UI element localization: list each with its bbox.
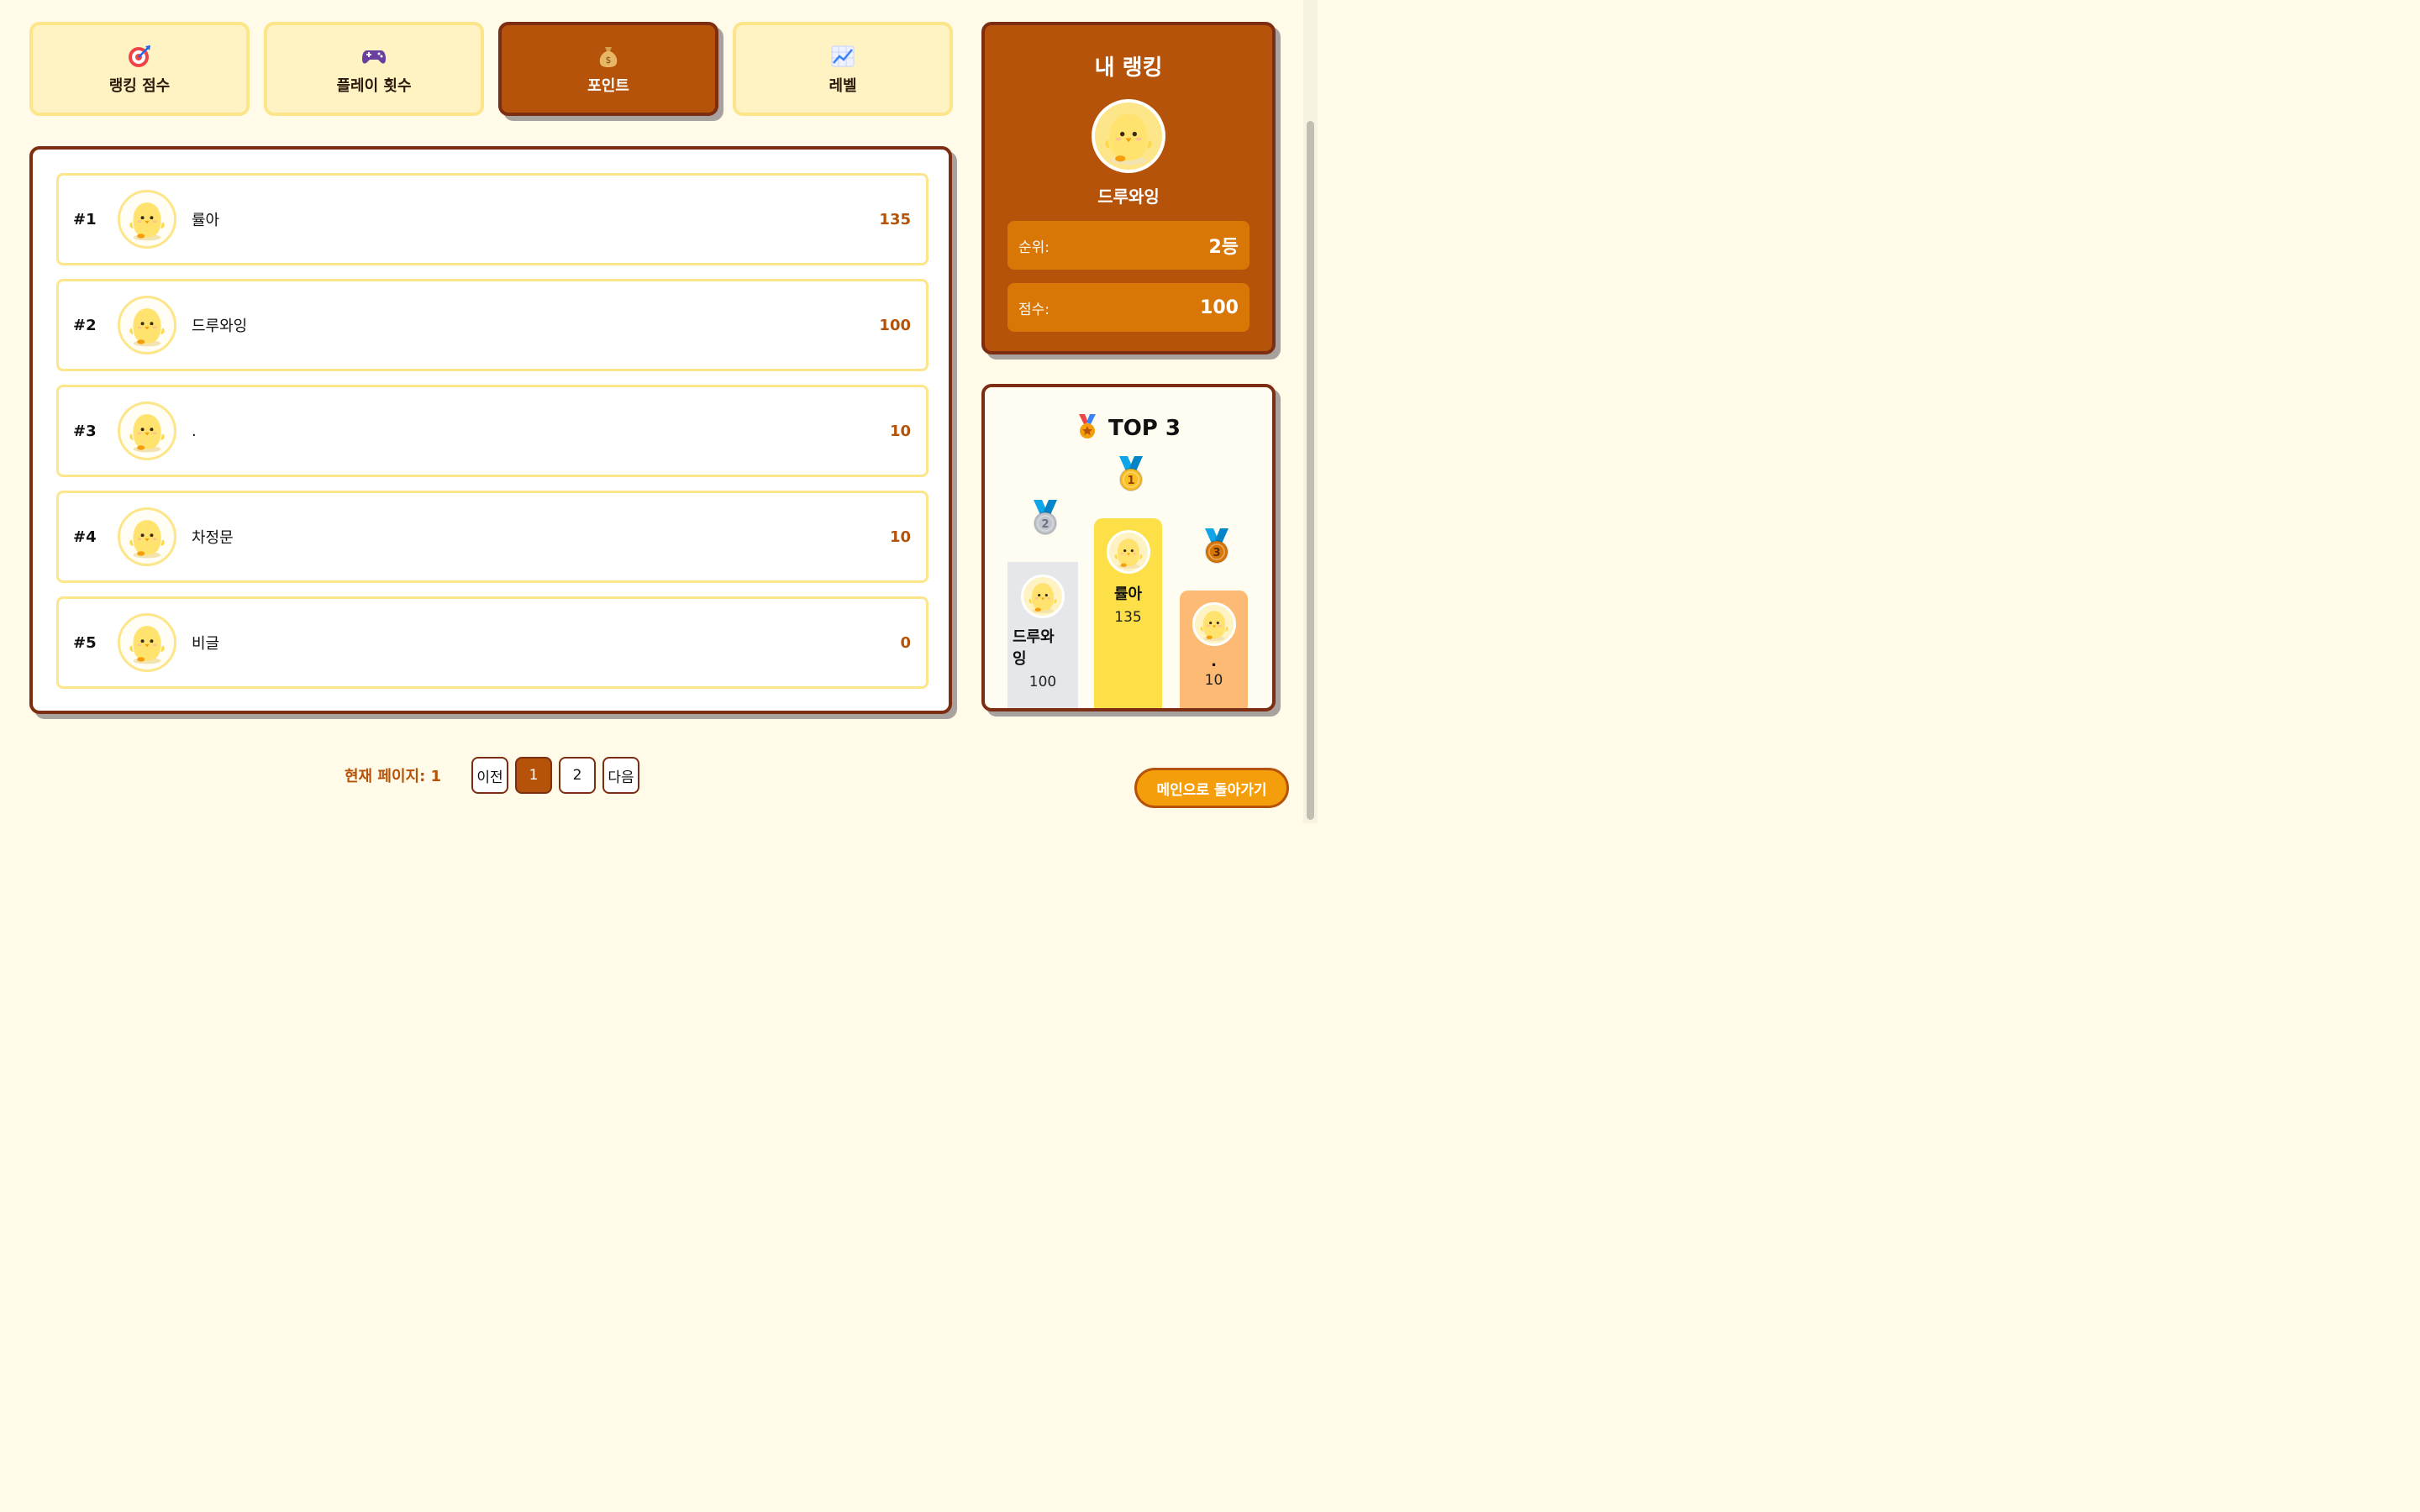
tab-label: 플레이 횟수 [336, 77, 412, 95]
svg-text:$: $ [606, 55, 612, 66]
top3-title: TOP 3 [1107, 416, 1181, 441]
money-bag-icon: $ [596, 42, 621, 71]
rank-number: #2 [73, 316, 97, 334]
scrollbar-thumb[interactable] [1307, 121, 1314, 820]
ranking-row: #3 . 10 [56, 385, 929, 477]
player-score: 135 [879, 210, 911, 228]
rank-number: #3 [73, 422, 97, 440]
podium-name: 률아 [1113, 585, 1143, 603]
tab-play-count[interactable]: 플레이 횟수 [264, 22, 484, 116]
podium-score: 10 [1204, 672, 1223, 689]
player-score: 100 [879, 316, 911, 334]
tab-ranking-score[interactable]: 랭킹 점수 [29, 22, 250, 116]
podium-name: . [1211, 653, 1217, 670]
ranking-list: #1 률아 135 #2 드루와잉 100 #3 . 10 #4 차정문 10 … [29, 146, 952, 714]
avatar [118, 402, 176, 460]
medal-number: 3 [1213, 547, 1220, 559]
player-score: 10 [889, 422, 911, 440]
page-button-2[interactable]: 2 [559, 757, 597, 794]
back-to-main-button[interactable]: 메인으로 돌아가기 [1134, 768, 1289, 808]
target-icon [127, 42, 152, 71]
page-scrollbar[interactable] [1303, 0, 1318, 823]
player-name: 차정문 [192, 529, 234, 547]
player-name: 비글 [192, 635, 220, 653]
avatar [118, 507, 176, 566]
ranking-row: #1 률아 135 [56, 173, 929, 265]
tab-label: 랭킹 점수 [108, 77, 171, 95]
podium-score: 100 [1028, 674, 1057, 690]
score-value: 100 [1200, 297, 1239, 318]
tab-label: 포인트 [587, 77, 629, 95]
my-ranking-panel: 내 랭킹 드루와잉 순위: 2등 점수: 100 [981, 22, 1276, 354]
tab-label: 레벨 [829, 77, 857, 95]
rank-number: #5 [73, 633, 97, 652]
avatar [1021, 575, 1065, 618]
player-name: 률아 [192, 212, 220, 229]
medal-number: 1 [1127, 475, 1134, 487]
current-page-label: 현재 페이지: 1 [345, 768, 442, 785]
tab-points[interactable]: $ 포인트 [498, 22, 718, 116]
score-label: 점수: [1018, 301, 1050, 318]
bronze-medal-icon: 3 [1200, 528, 1234, 565]
avatar [1092, 99, 1165, 173]
rank-value: 2등 [1208, 237, 1239, 258]
avatar [1106, 530, 1150, 574]
medal-icon [1076, 414, 1098, 443]
rank-number: #1 [73, 210, 97, 228]
avatar [1192, 602, 1236, 646]
rank-label: 순위: [1018, 239, 1050, 256]
podium-name: 드루와 잉 [1013, 628, 1055, 668]
next-page-button[interactable]: 다음 [602, 757, 640, 794]
top3-header: TOP 3 [985, 414, 1272, 443]
player-score: 0 [900, 633, 911, 652]
my-name: 드루와잉 [1097, 186, 1160, 207]
podium-first: 률아 135 [1094, 518, 1162, 708]
avatar [118, 190, 176, 249]
page-button-1[interactable]: 1 [515, 757, 553, 794]
ranking-row: #4 차정문 10 [56, 491, 929, 583]
top3-panel: TOP 3 2 드루와 잉 100 1 률아 135 3 . 10 [981, 384, 1276, 711]
avatar [118, 613, 176, 672]
silver-medal-icon: 2 [1028, 500, 1062, 537]
medal-number: 2 [1041, 518, 1049, 531]
player-name: 드루와잉 [192, 318, 248, 335]
player-score: 10 [889, 528, 911, 546]
podium-third: . 10 [1180, 591, 1248, 708]
tab-level[interactable]: 레벨 [733, 22, 953, 116]
my-ranking-title: 내 랭킹 [1094, 55, 1163, 81]
category-tabs: 랭킹 점수 플레이 횟수 $ 포인트 레벨 [29, 22, 953, 116]
ranking-row: #2 드루와잉 100 [56, 279, 929, 371]
rank-number: #4 [73, 528, 97, 546]
gold-medal-icon: 1 [1114, 456, 1148, 493]
my-rank-stat: 순위: 2등 [1007, 221, 1249, 270]
avatar [118, 296, 176, 354]
pagination: 현재 페이지: 1 이전 1 2 다음 [345, 756, 646, 795]
prev-page-button[interactable]: 이전 [471, 757, 509, 794]
my-score-stat: 점수: 100 [1007, 283, 1249, 332]
gamepad-icon [361, 42, 387, 71]
chart-up-icon [830, 42, 855, 71]
player-name: . [192, 422, 197, 440]
ranking-row: #5 비글 0 [56, 596, 929, 689]
podium-score: 135 [1114, 609, 1142, 626]
podium-second: 드루와 잉 100 [1007, 562, 1078, 708]
